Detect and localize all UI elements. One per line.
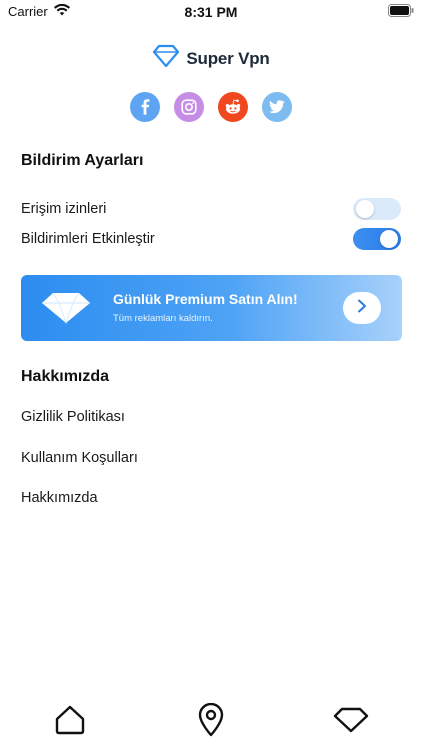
home-icon[interactable] (52, 702, 88, 738)
instagram-icon[interactable] (174, 92, 204, 122)
access-permissions-toggle[interactable] (353, 198, 401, 220)
premium-title: Günlük Premium Satın Alın! (113, 291, 298, 307)
about-us-link[interactable]: Hakkımızda (21, 490, 98, 506)
toggle-knob (380, 230, 398, 248)
terms-of-use-link[interactable]: Kullanım Koşulları (21, 450, 138, 466)
premium-arrow-button[interactable] (343, 292, 381, 324)
diamond-icon (41, 292, 91, 329)
tab-bar (0, 694, 422, 750)
clock: 8:31 PM (184, 4, 238, 20)
status-bar: Carrier 8:31 PM (0, 0, 422, 24)
battery-icon (388, 4, 414, 22)
reddit-icon[interactable] (218, 92, 248, 122)
enable-notifications-toggle[interactable] (353, 228, 401, 250)
premium-subtitle: Tüm reklamları kaldırın. (113, 313, 213, 324)
privacy-policy-link[interactable]: Gizlilik Politikası (21, 409, 125, 425)
enable-notifications-label: Bildirimleri Etkinleştir (21, 231, 155, 247)
about-title: Hakkımızda (21, 368, 110, 385)
access-permissions-label: Erişim izinleri (21, 201, 107, 217)
social-links (0, 92, 422, 122)
diamond-logo-icon (152, 44, 180, 73)
chevron-right-icon (357, 299, 367, 318)
toggle-knob (356, 200, 374, 218)
brand-header: Super Vpn (0, 44, 422, 73)
location-pin-icon[interactable] (193, 702, 229, 738)
twitter-icon[interactable] (262, 92, 292, 122)
premium-banner[interactable]: Günlük Premium Satın Alın! Tüm reklamlar… (21, 275, 402, 341)
facebook-icon[interactable] (130, 92, 160, 122)
notification-settings-title: Bildirim Ayarları (21, 152, 144, 169)
diamond-icon[interactable] (333, 702, 369, 738)
app-name: Super Vpn (186, 48, 270, 68)
